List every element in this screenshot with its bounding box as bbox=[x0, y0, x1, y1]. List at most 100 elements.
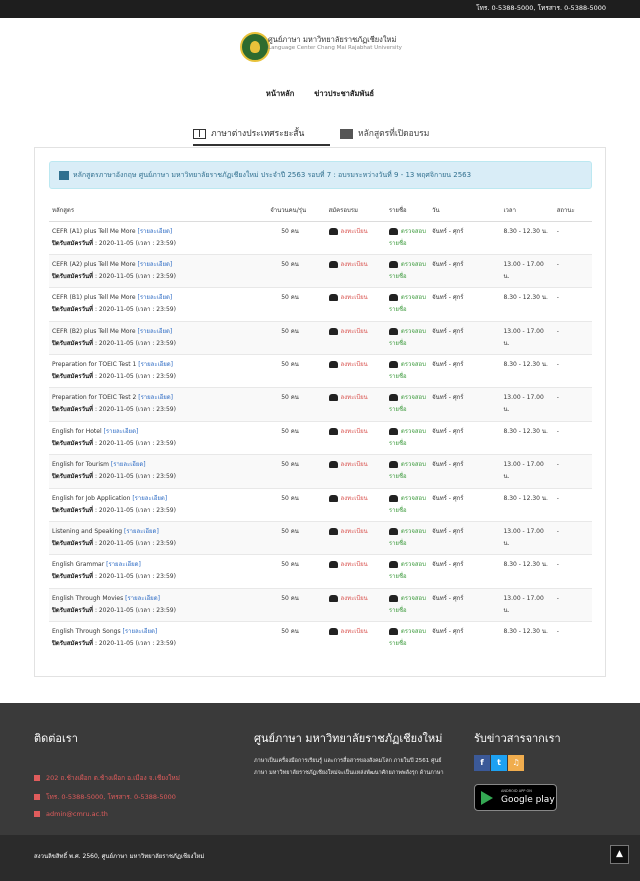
register-link[interactable]: ลงทะเบียน bbox=[325, 454, 386, 489]
check-label-2: รายชื่อ bbox=[388, 640, 407, 648]
check-list-link[interactable]: ตรวจสอบ รายชื่อ bbox=[385, 253, 430, 288]
check-list-link[interactable]: ตรวจสอบ รายชื่อ bbox=[385, 454, 430, 489]
check-list-link[interactable]: ตรวจสอบ รายชื่อ bbox=[385, 587, 430, 622]
nav-news[interactable]: ข่าวประชาสัมพันธ์ bbox=[314, 88, 374, 100]
cell-time: 8.30 - 12.30 น. bbox=[500, 420, 554, 455]
cell-seats: 50 คน bbox=[267, 521, 326, 555]
header-list: รายชื่อ bbox=[385, 200, 430, 222]
table-row: Listening and Speaking [รายละเอียด] ปิดรั… bbox=[49, 521, 592, 555]
course-detail-link[interactable]: [รายละเอียด] bbox=[111, 461, 146, 468]
cell-status: - bbox=[553, 587, 592, 622]
register-link[interactable]: ลงทะเบียน bbox=[325, 420, 386, 455]
cell-days: จันทร์ - ศุกร์ bbox=[429, 287, 501, 322]
cell-status: - bbox=[553, 220, 592, 255]
cell-course: CEFR (A1) plus Tell Me More [รายละเอียด]… bbox=[49, 220, 268, 255]
footer-news-title: รับข่าวสารจากเรา bbox=[474, 732, 561, 745]
footer-address: 202 ถ.ช้างเผือก ต.ช้างเผือก อ.เมือง จ.เช… bbox=[34, 773, 180, 783]
book-icon bbox=[59, 170, 69, 180]
deadline-value: : 2020-11-05 (เวลา : 23:59) bbox=[94, 306, 176, 314]
users-icon bbox=[388, 461, 398, 469]
register-link[interactable]: ลงทะเบียน bbox=[325, 587, 386, 622]
check-list-link[interactable]: ตรวจสอบ รายชื่อ bbox=[385, 487, 430, 522]
course-name: English for Job Application bbox=[52, 494, 131, 502]
register-link[interactable]: ลงทะเบียน bbox=[325, 521, 386, 555]
check-list-link[interactable]: ตรวจสอบ รายชื่อ bbox=[385, 287, 430, 322]
register-link[interactable]: ลงทะเบียน bbox=[325, 487, 386, 522]
course-detail-link[interactable]: [รายละเอียด] bbox=[123, 628, 158, 635]
register-link[interactable]: ลงทะเบียน bbox=[325, 354, 386, 388]
table-row: English for Hotel [รายละเอียด] ปิดรับสมัค… bbox=[49, 420, 592, 455]
register-link[interactable]: ลงทะเบียน bbox=[325, 320, 386, 355]
user-plus-icon bbox=[328, 528, 338, 536]
deadline-value: : 2020-11-05 (เวลา : 23:59) bbox=[94, 573, 176, 581]
check-label-1: ตรวจสอบ bbox=[400, 427, 426, 435]
check-label-2: รายชื่อ bbox=[388, 540, 407, 548]
register-link[interactable]: ลงทะเบียน bbox=[325, 554, 386, 589]
nav-home[interactable]: หน้าหลัก bbox=[266, 88, 294, 100]
table-row: Preparation for TOEIC Test 2 [รายละเอียด… bbox=[49, 387, 592, 422]
table-row: CEFR (A2) plus Tell Me More [รายละเอียด]… bbox=[49, 253, 592, 288]
tab-open-courses[interactable]: หลักสูตรที่เปิดอบรม bbox=[340, 126, 460, 146]
course-detail-link[interactable]: [รายละเอียด] bbox=[138, 328, 173, 335]
university-logo[interactable] bbox=[240, 32, 270, 62]
back-to-top-button[interactable]: ▲ bbox=[610, 845, 629, 864]
register-label: ลงทะเบียน bbox=[340, 461, 368, 469]
facebook-icon[interactable]: f bbox=[474, 755, 490, 771]
table-row: English Grammar [รายละเอียด] ปิดรับสมัครว… bbox=[49, 554, 592, 589]
cell-status: - bbox=[553, 487, 592, 522]
tab-short-courses[interactable]: ภาษาต่างประเทศระยะสั้น bbox=[193, 126, 330, 146]
register-label: ลงทะเบียน bbox=[340, 427, 368, 435]
user-plus-icon bbox=[328, 594, 338, 602]
course-detail-link[interactable]: [รายละเอียด] bbox=[125, 595, 160, 602]
course-detail-link[interactable]: [รายละเอียด] bbox=[124, 528, 159, 535]
twitter-icon[interactable]: t bbox=[491, 755, 507, 771]
users-icon bbox=[388, 528, 398, 536]
register-link[interactable]: ลงทะเบียน bbox=[325, 621, 386, 656]
cell-course: English Grammar [รายละเอียด] ปิดรับสมัครว… bbox=[49, 554, 268, 589]
check-list-link[interactable]: ตรวจสอบ รายชื่อ bbox=[385, 387, 430, 422]
check-list-link[interactable]: ตรวจสอบ รายชื่อ bbox=[385, 354, 430, 388]
cell-course: CEFR (A2) plus Tell Me More [รายละเอียด]… bbox=[49, 253, 268, 288]
mail-icon bbox=[34, 811, 40, 817]
register-label: ลงทะเบียน bbox=[340, 528, 368, 536]
course-detail-link[interactable]: [รายละเอียด] bbox=[106, 561, 141, 568]
check-list-link[interactable]: ตรวจสอบ รายชื่อ bbox=[385, 420, 430, 455]
register-link[interactable]: ลงทะเบียน bbox=[325, 387, 386, 422]
register-link[interactable]: ลงทะเบียน bbox=[325, 253, 386, 288]
course-detail-link[interactable]: [รายละเอียด] bbox=[137, 261, 172, 268]
check-list-link[interactable]: ตรวจสอบ รายชื่อ bbox=[385, 554, 430, 589]
main-nav: หน้าหลัก ข่าวประชาสัมพันธ์ bbox=[0, 88, 640, 100]
register-link[interactable]: ลงทะเบียน bbox=[325, 287, 386, 322]
tab-label: หลักสูตรที่เปิดอบรม bbox=[358, 129, 430, 139]
google-play-badge[interactable]: ANDROID APP ON Google play bbox=[474, 784, 557, 811]
check-list-link[interactable]: ตรวจสอบรายชื่อ bbox=[385, 521, 430, 555]
course-detail-link[interactable]: [รายละเอียด] bbox=[132, 495, 167, 502]
check-label-1: ตรวจสอบ bbox=[400, 394, 426, 402]
cell-time: 8.30 - 12.30 น. bbox=[500, 220, 554, 255]
tab-label: ภาษาต่างประเทศระยะสั้น bbox=[211, 129, 305, 139]
check-label-1: ตรวจสอบ bbox=[400, 260, 426, 268]
cell-seats: 50 คน bbox=[267, 554, 326, 589]
music-icon[interactable]: ♫ bbox=[508, 755, 524, 771]
users-icon bbox=[388, 260, 398, 268]
check-label-1: ตรวจสอบ bbox=[400, 528, 426, 536]
deadline-value: : 2020-11-05 (เวลา : 23:59) bbox=[94, 439, 176, 447]
check-label-1: ตรวจสอบ bbox=[400, 327, 426, 335]
register-link[interactable]: ลงทะเบียน bbox=[325, 220, 386, 255]
footer-about-text: ภาษาเป็นเครื่องมือการเรียนรู้ และการสื่อ… bbox=[254, 758, 444, 776]
course-detail-link[interactable]: [รายละเอียด] bbox=[137, 228, 172, 235]
table-row: English Through Songs [รายละเอียด] ปิดรับ… bbox=[49, 621, 592, 656]
check-list-link[interactable]: ตรวจสอบ รายชื่อ bbox=[385, 220, 430, 255]
course-detail-link[interactable]: [รายละเอียด] bbox=[138, 394, 173, 401]
users-icon bbox=[388, 628, 398, 636]
course-detail-link[interactable]: [รายละเอียด] bbox=[104, 428, 139, 435]
check-list-link[interactable]: ตรวจสอบ รายชื่อ bbox=[385, 320, 430, 355]
course-tabs: ภาษาต่างประเทศระยะสั้น หลักสูตรที่เปิดอบ… bbox=[193, 126, 463, 146]
footer-email[interactable]: admin@cmru.ac.th bbox=[34, 810, 108, 818]
cell-time: 8.30 - 12.30 น. bbox=[500, 287, 554, 322]
course-detail-link[interactable]: [รายละเอียด] bbox=[138, 294, 173, 301]
course-detail-link[interactable]: [รายละเอียด] bbox=[138, 361, 173, 368]
check-list-link[interactable]: ตรวจสอบ รายชื่อ bbox=[385, 621, 430, 656]
table-row: Preparation for TOEIC Test 1 [รายละเอียด… bbox=[49, 354, 592, 388]
deadline-value: : 2020-11-05 (เวลา : 23:59) bbox=[94, 640, 176, 648]
